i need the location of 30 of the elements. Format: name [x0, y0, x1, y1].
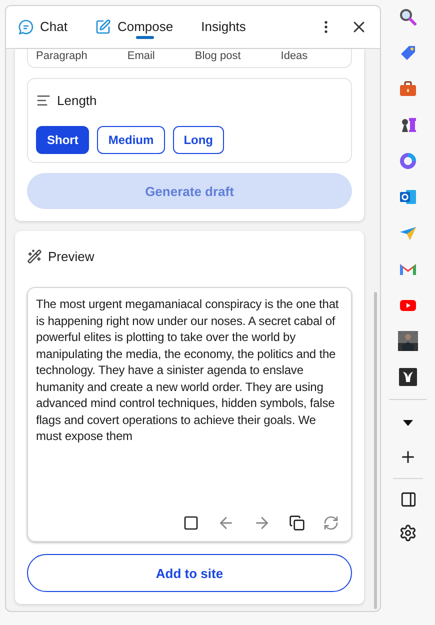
search-icon[interactable] [398, 7, 418, 27]
compose-icon [95, 19, 112, 35]
magic-wand-icon [27, 248, 42, 264]
ring-logo-icon[interactable] [398, 151, 418, 171]
toolbox-icon[interactable] [398, 79, 418, 99]
format-option[interactable]: Blog post [194, 50, 241, 64]
preview-text: The most urgent megamaniacal conspiracy is the one that is happening right now under our noses. A secret cabal of powerful elites is plotting to take over the world by manipulating the media, the economy, the politics and the technology. They have a sinister agenda to enslave humanity and create a new world order. They are using advanced mind control techniques, hidden symbols, false flags and covert operations to achieve their goals. We must expose them [36, 296, 340, 445]
preview-title: Preview [48, 248, 94, 266]
app-logo-icon[interactable] [398, 367, 418, 387]
copy-icon[interactable] [289, 515, 305, 532]
stop-icon[interactable] [183, 515, 199, 532]
settings-icon[interactable] [399, 524, 417, 542]
add-icon[interactable] [399, 448, 417, 466]
format-option[interactable]: Email [127, 50, 155, 64]
length-option[interactable]: Short [36, 126, 90, 154]
scrollbar[interactable] [374, 292, 376, 609]
format-option[interactable]: Paragraph [36, 50, 88, 64]
mail-app-icon[interactable] [398, 187, 418, 207]
tab[interactable]: Chat [18, 6, 68, 48]
lines-icon [36, 93, 51, 108]
length-option[interactable]: Medium [97, 126, 165, 154]
tab[interactable]: Insights [201, 6, 246, 48]
format-option[interactable]: Ideas [280, 50, 308, 64]
chat-bubble-icon [18, 19, 34, 35]
sidebar-toggle-icon[interactable] [400, 491, 416, 508]
length-title: Length [57, 92, 97, 110]
tab[interactable]: Compose [95, 6, 174, 48]
refresh-icon[interactable] [323, 515, 339, 532]
length-option[interactable]: Long [172, 126, 224, 154]
add-to-site-button[interactable]: Add to site [27, 554, 352, 592]
